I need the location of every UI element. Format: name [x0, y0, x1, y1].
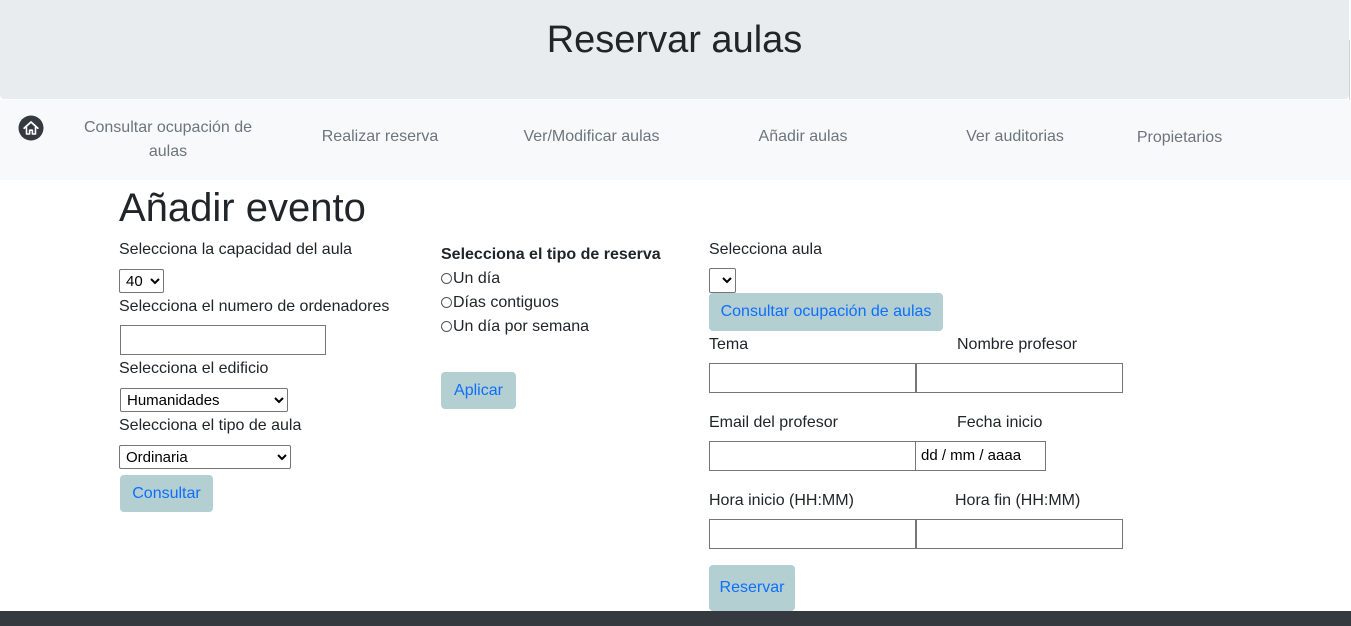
capacity-label: Selecciona la capacidad del aula [119, 241, 353, 258]
page-header: Reservar aulas [0, 0, 1349, 99]
teacher-name-label: Nombre profesor [957, 336, 1078, 353]
room-type-select[interactable]: Ordinaria [119, 445, 291, 469]
radio-circle-icon[interactable] [441, 321, 452, 332]
radio-un-dia-por-semana[interactable]: Un día por semana [441, 317, 589, 337]
reservation-type-heading: Selecciona el tipo de reserva [441, 246, 661, 263]
radio-circle-icon[interactable] [441, 273, 452, 284]
topic-label: Tema [709, 336, 749, 353]
room-select[interactable] [709, 268, 736, 293]
start-date-input[interactable]: dd / mm / aaaa [915, 441, 1046, 471]
radio-label: Un día por semana [453, 318, 590, 335]
start-time-label: Hora inicio (HH:MM) [709, 492, 854, 509]
start-time-input[interactable] [709, 519, 916, 549]
end-time-input[interactable] [916, 519, 1123, 549]
nav-ver-auditorias[interactable]: Ver auditorias [940, 125, 1090, 149]
consultar-button[interactable]: Consultar [120, 475, 213, 512]
capacity-select[interactable]: 40 [119, 269, 164, 293]
radio-circle-icon[interactable] [441, 297, 452, 308]
nav-ver-modificar-aulas[interactable]: Ver/Modificar aulas [501, 125, 682, 149]
teacher-email-input[interactable] [709, 441, 916, 471]
radio-label: Días contiguos [453, 294, 559, 311]
topic-input[interactable] [709, 363, 916, 393]
radio-un-dia[interactable]: Un día [441, 269, 500, 289]
room-type-label: Selecciona el tipo de aula [119, 417, 302, 434]
radio-dias-contiguos[interactable]: Días contiguos [441, 293, 559, 313]
reservar-button[interactable]: Reservar [709, 565, 795, 611]
building-select[interactable]: Humanidades [120, 388, 288, 412]
computers-input[interactable] [120, 325, 326, 355]
home-icon[interactable] [18, 115, 44, 141]
page-footer [0, 611, 1351, 626]
consultar-ocupacion-button[interactable]: Consultar ocupación de aulas [709, 293, 943, 331]
room-label: Selecciona aula [709, 241, 822, 258]
page-title: Añadir evento [119, 186, 366, 230]
nav-propietarios[interactable]: Propietarios [1118, 126, 1241, 150]
radio-label: Un día [453, 270, 501, 287]
nav-anadir-aulas[interactable]: Añadir aulas [733, 125, 873, 149]
header-title: Reservar aulas [546, 19, 803, 61]
computers-label: Selecciona el numero de ordenadores [119, 298, 390, 315]
aplicar-button[interactable]: Aplicar [441, 372, 516, 409]
nav-consultar-ocupacion[interactable]: Consultar ocupación de aulas [78, 116, 258, 164]
start-date-label: Fecha inicio [957, 414, 1043, 431]
building-label: Selecciona el edificio [119, 360, 269, 377]
end-time-label: Hora fin (HH:MM) [955, 492, 1081, 509]
teacher-email-label: Email del profesor [709, 414, 838, 431]
nav-realizar-reserva[interactable]: Realizar reserva [300, 125, 460, 149]
teacher-name-input[interactable] [916, 363, 1123, 393]
